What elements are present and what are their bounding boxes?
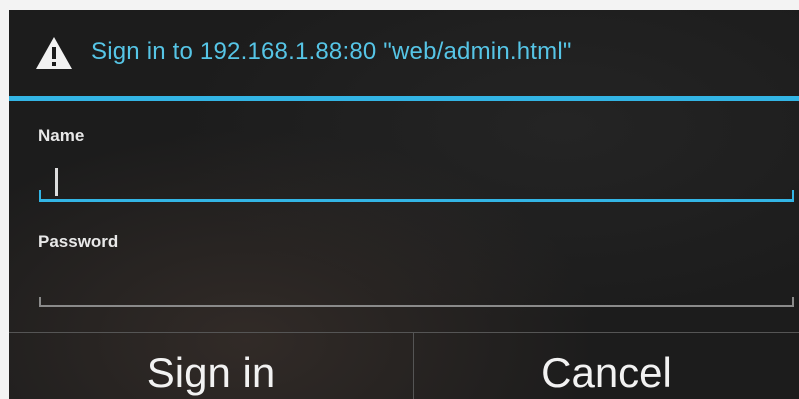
dialog-title-bar: Sign in to 192.168.1.88:80 "web/admin.ht… [9,10,799,96]
name-input[interactable] [39,162,799,198]
password-underline-left-tick [39,297,41,306]
text-cursor [55,168,58,196]
cancel-button[interactable]: Cancel [414,333,799,399]
title-divider [9,96,799,101]
name-underline-left-tick [39,190,41,200]
name-input-underline [39,199,794,202]
warning-icon [36,37,72,69]
password-input-underline [39,305,794,307]
sign-in-button[interactable]: Sign in [9,333,413,399]
name-label: Name [38,126,85,145]
password-label: Password [38,232,119,251]
dialog-title: Sign in to 192.168.1.88:80 "web/admin.ht… [91,38,572,65]
password-underline-right-tick [792,297,794,306]
auth-dialog: Sign in to 192.168.1.88:80 "web/admin.ht… [9,10,799,399]
name-underline-right-tick [792,190,794,200]
password-input[interactable] [39,268,799,304]
